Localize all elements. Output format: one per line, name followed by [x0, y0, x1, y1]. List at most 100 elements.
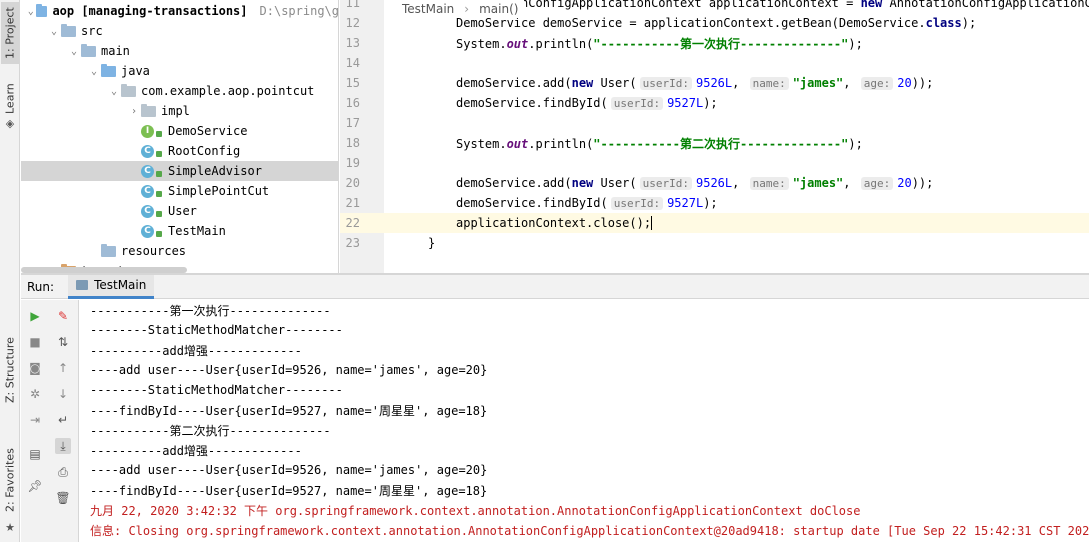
module-path: D:\spring\g	[259, 4, 339, 18]
tree-item-label: SimpleAdvisor	[168, 164, 262, 178]
code-line[interactable]: 19	[340, 153, 1089, 173]
code-line[interactable]: 20 demoService.add(new User(userId: 9526L,…	[340, 173, 1089, 193]
class-icon: C	[141, 224, 154, 238]
chevron-down-icon[interactable]: ⌄	[47, 26, 61, 37]
code-line[interactable]: 17	[340, 113, 1089, 133]
lock-icon	[156, 191, 162, 197]
code-text: DemoService demoService = applicationCon…	[456, 16, 977, 30]
lock-icon	[156, 211, 162, 217]
line-number: 21	[345, 196, 360, 210]
code-line[interactable]: 21 demoService.findById(userId: 9527L);	[340, 193, 1089, 213]
class-icon: C	[141, 144, 154, 158]
code-text: demoService.findById(userId: 9527L);	[456, 196, 718, 210]
soft-wrap-icon[interactable]: ↵	[55, 412, 71, 428]
code-text: System.out.println("-----------第二次执行----…	[456, 136, 863, 151]
tree-item[interactable]: ⌄ com.example.aop.pointcut	[21, 81, 338, 101]
folder-icon	[61, 23, 76, 37]
tree-item[interactable]: C SimpleAdvisor	[21, 161, 338, 181]
learn-icon: ◈	[5, 117, 15, 130]
tree-item[interactable]: C RootConfig	[21, 141, 338, 161]
tree-item[interactable]: C SimplePointCut	[21, 181, 338, 201]
code-line[interactable]: 22 applicationContext.close();	[340, 213, 1089, 233]
scroll-to-end-icon[interactable]: ⤓	[55, 438, 71, 454]
folder-icon	[36, 3, 48, 17]
tree-item[interactable]: › impl	[21, 101, 338, 121]
print-icon[interactable]: ⎙	[55, 464, 71, 480]
login-icon[interactable]: ⇥	[27, 412, 43, 428]
console-line: ----------add增强-------------	[90, 343, 302, 358]
tree-item[interactable]: ⌄ java	[21, 61, 338, 81]
chevron-down-icon[interactable]: ⌄	[107, 86, 121, 97]
project-tree-panel: ⌄ aop [managing-transactions] D:\spring\g ⌄…	[21, 0, 339, 273]
lock-icon	[156, 171, 162, 177]
tree-item[interactable]: ⌄ main	[21, 41, 338, 61]
pin-icon[interactable]: 📌︎	[27, 478, 43, 494]
code-text: System.out.println("-----------第一次执行----…	[456, 36, 863, 51]
tree-item-label: impl	[161, 104, 190, 118]
code-line[interactable]: 18 System.out.println("-----------第二次执行--…	[340, 133, 1089, 153]
run-tab-testmain[interactable]: TestMain	[68, 274, 155, 299]
console-line: ----------add增强-------------	[90, 443, 302, 458]
code-line[interactable]: 16 demoService.findById(userId: 9527L);	[340, 93, 1089, 113]
code-line[interactable]: 23}	[340, 233, 1089, 253]
chevron-down-icon[interactable]: ⌄	[67, 46, 81, 57]
tree-item-label: SimplePointCut	[168, 184, 270, 198]
class-icon: C	[141, 204, 154, 218]
code-line[interactable]: 15 demoService.add(new User(userId: 9526L,…	[340, 73, 1089, 93]
console-error-line: 九月 22, 2020 3:42:32 下午 org.springframewo…	[90, 503, 861, 518]
star-icon: ★	[5, 521, 15, 534]
tree-item-label: TestMain	[168, 224, 226, 238]
tree-item[interactable]: ⌄ aop [managing-transactions] D:\spring\g	[21, 1, 339, 21]
tree-item-label: main	[101, 44, 130, 58]
package-icon	[141, 103, 156, 117]
tree-item-label: com.example.aop.pointcut	[141, 84, 315, 98]
down-arrow-icon[interactable]: ↓	[55, 386, 71, 402]
code-line[interactable]: 13 System.out.println("-----------第一次执行--…	[340, 33, 1089, 53]
rerun-icon[interactable]: ▶	[27, 308, 43, 324]
breadcrumb-separator: ›	[464, 2, 470, 16]
code-line[interactable]: 14	[340, 53, 1089, 73]
chevron-right-icon[interactable]: ›	[127, 106, 141, 117]
project-tool-tab[interactable]: 1: Project	[1, 2, 19, 64]
code-editor[interactable]: 11 AnnotationConfigApplicationContext app…	[340, 0, 1089, 273]
sort-icon[interactable]: ⇅	[55, 334, 71, 350]
edit-config-icon[interactable]: ✎	[55, 308, 71, 324]
code-text: }	[428, 236, 436, 250]
run-tab-label: TestMain	[94, 278, 147, 292]
tree-item-label: java	[121, 64, 150, 78]
layout-icon[interactable]: ▤	[27, 446, 43, 462]
tree-item[interactable]: C User	[21, 201, 338, 221]
line-number: 15	[345, 76, 360, 90]
up-arrow-icon[interactable]: ↑	[55, 360, 71, 376]
tree-item[interactable]: I DemoService	[21, 121, 338, 141]
code-text: demoService.add(new User(userId: 9526L, n…	[456, 176, 934, 190]
console-line: --------StaticMethodMatcher--------	[90, 323, 343, 337]
line-number: 11	[345, 0, 360, 10]
class-icon: C	[141, 164, 154, 178]
structure-tool-tab[interactable]: Z: Structure	[1, 330, 19, 410]
tree-item[interactable]: resources	[21, 241, 338, 261]
chevron-down-icon[interactable]: ⌄	[87, 66, 101, 77]
line-number: 16	[345, 96, 360, 110]
favorites-tool-tab[interactable]: 2: Favorites	[1, 440, 19, 520]
line-number: 22	[345, 216, 360, 230]
breadcrumb-item[interactable]: TestMain	[402, 2, 454, 16]
tree-item[interactable]: ⌄ src	[21, 21, 338, 41]
console-line: --------StaticMethodMatcher--------	[90, 383, 343, 397]
console-output[interactable]: -----------第一次执行-------------- --------St…	[80, 300, 1089, 542]
trash-icon[interactable]: 🗑︎	[55, 490, 71, 506]
camera-icon[interactable]: ◙	[27, 360, 43, 376]
console-error-line: 信息: Closing org.springframework.context.…	[90, 523, 1089, 538]
tree-item-label: RootConfig	[168, 144, 241, 158]
chevron-down-icon[interactable]: ⌄	[26, 6, 37, 17]
breadcrumb-item[interactable]: main()	[479, 2, 518, 16]
stop-icon[interactable]: ■	[27, 334, 43, 350]
line-number: 18	[345, 136, 360, 150]
settings-icon[interactable]: ✲	[27, 386, 43, 402]
tree-item[interactable]: C TestMain	[21, 221, 338, 241]
console-line: -----------第一次执行--------------	[90, 303, 331, 318]
tree-item-label: aop [managing-transactions]	[52, 4, 248, 18]
line-number: 23	[345, 236, 360, 250]
run-label: Run:	[27, 279, 55, 294]
learn-tool-tab[interactable]: Learn	[1, 80, 19, 118]
